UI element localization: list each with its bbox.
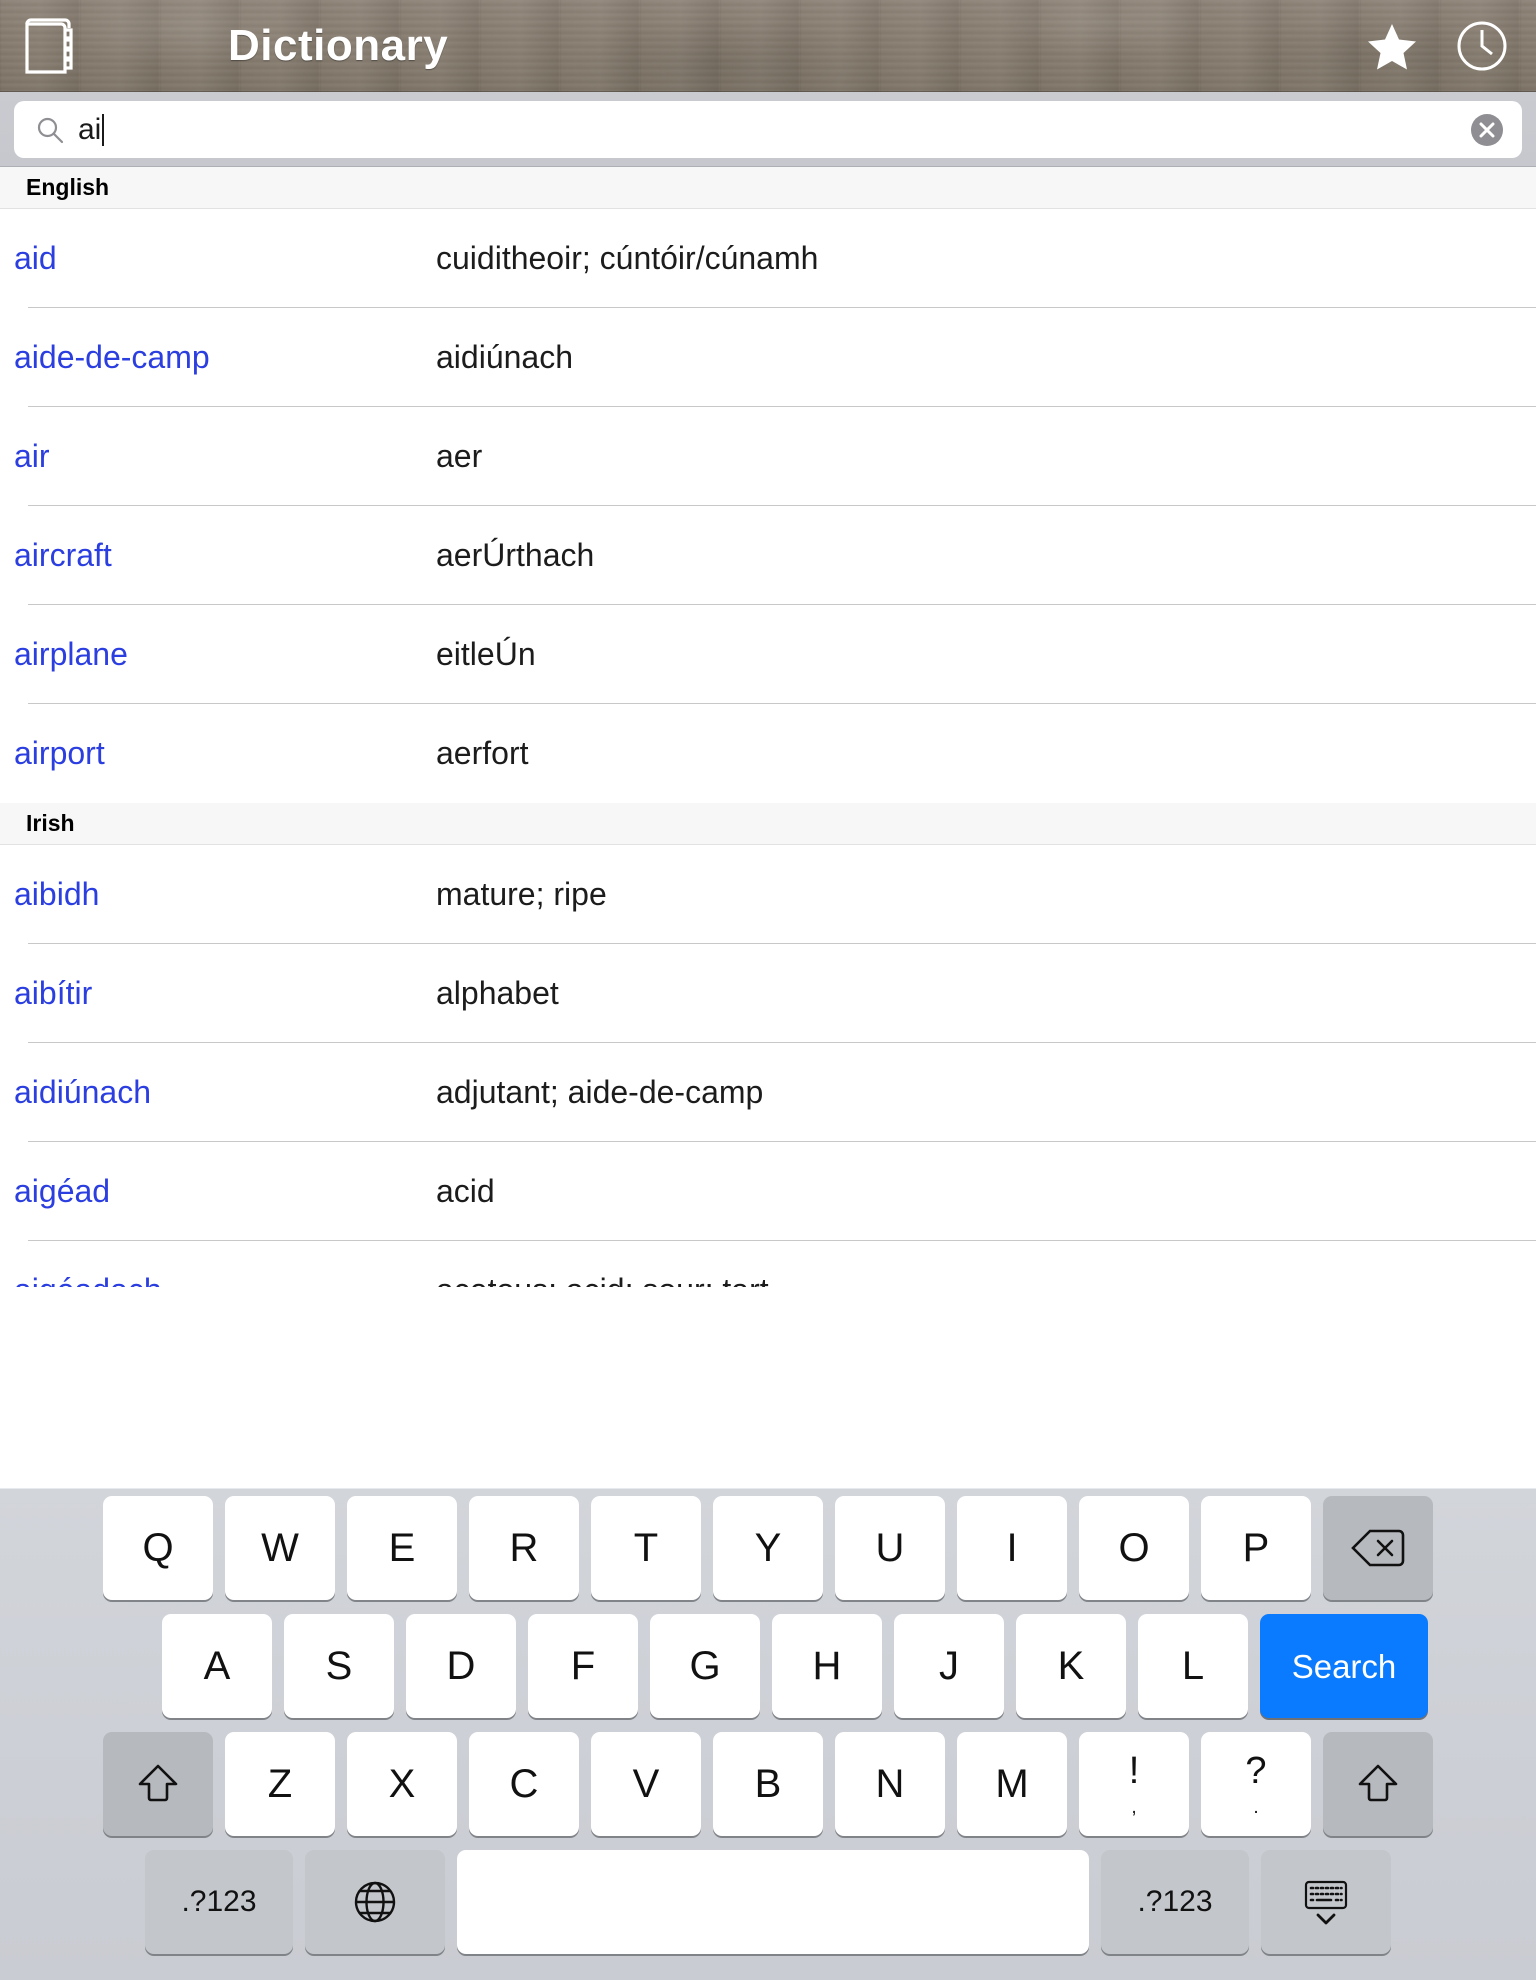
entry-term[interactable]: aircraft — [0, 537, 436, 574]
entry-term[interactable]: aigéadach — [0, 1272, 436, 1287]
table-row[interactable]: aid cuiditheoir; cúntóir/cúnamh — [0, 209, 1536, 308]
table-row[interactable]: aigéadach acetous; acid; sour; tart — [0, 1241, 1536, 1287]
globe-icon — [353, 1880, 397, 1924]
table-row[interactable]: air aer — [0, 407, 1536, 506]
star-icon[interactable] — [1366, 20, 1418, 72]
backspace-key[interactable] — [1323, 1496, 1433, 1600]
backspace-icon — [1350, 1528, 1406, 1568]
hide-keyboard-icon — [1300, 1878, 1352, 1926]
space-key[interactable] — [457, 1850, 1089, 1954]
entry-term[interactable]: aigéad — [0, 1173, 436, 1210]
entry-definition: alphabet — [436, 975, 559, 1011]
key-exclamation-comma[interactable]: ! , — [1079, 1732, 1189, 1836]
key-r[interactable]: R — [469, 1496, 579, 1600]
entry-definition: acetous; acid; sour; tart — [436, 1272, 769, 1287]
key-b[interactable]: B — [713, 1732, 823, 1836]
key-f[interactable]: F — [528, 1614, 638, 1718]
entry-term[interactable]: airport — [0, 735, 436, 772]
table-row[interactable]: aide-de-camp aidiúnach — [0, 308, 1536, 407]
key-j[interactable]: J — [894, 1614, 1004, 1718]
key-z[interactable]: Z — [225, 1732, 335, 1836]
table-row[interactable]: aigéad acid — [0, 1142, 1536, 1241]
search-bar: ai — [0, 92, 1536, 167]
entry-term[interactable]: aibidh — [0, 876, 436, 913]
key-d[interactable]: D — [406, 1614, 516, 1718]
numeric-key-left[interactable]: .?123 — [145, 1850, 293, 1954]
search-input[interactable]: ai — [14, 101, 1522, 158]
shift-icon — [1356, 1762, 1400, 1806]
key-y[interactable]: Y — [713, 1496, 823, 1600]
key-h[interactable]: H — [772, 1614, 882, 1718]
key-v[interactable]: V — [591, 1732, 701, 1836]
entry-term[interactable]: air — [0, 438, 436, 475]
table-row[interactable]: aibidh mature; ripe — [0, 845, 1536, 944]
shift-icon — [136, 1762, 180, 1806]
keyboard-row-1: Q W E R T Y U I O P — [0, 1496, 1536, 1614]
table-row[interactable]: aidiúnach adjutant; aide-de-camp — [0, 1043, 1536, 1142]
entry-definition: aidiúnach — [436, 339, 573, 375]
entry-definition: eitleÚn — [436, 636, 536, 672]
entry-definition: cuiditheoir; cúntóir/cúnamh — [436, 240, 819, 276]
shift-key-right[interactable] — [1323, 1732, 1433, 1836]
results-list[interactable]: English aid cuiditheoir; cúntóir/cúnamh … — [0, 167, 1536, 1287]
key-n[interactable]: N — [835, 1732, 945, 1836]
table-row[interactable]: aircraft aerÚrthach — [0, 506, 1536, 605]
key-t[interactable]: T — [591, 1496, 701, 1600]
key-p[interactable]: P — [1201, 1496, 1311, 1600]
search-icon — [36, 116, 64, 144]
book-icon[interactable] — [22, 15, 76, 77]
search-value: ai — [78, 112, 102, 146]
clock-icon[interactable] — [1456, 20, 1508, 72]
shift-key-left[interactable] — [103, 1732, 213, 1836]
search-key[interactable]: Search — [1260, 1614, 1428, 1718]
entry-definition: aerfort — [436, 735, 529, 771]
entry-term[interactable]: aid — [0, 240, 436, 277]
entry-definition: adjutant; aide-de-camp — [436, 1074, 764, 1110]
key-i[interactable]: I — [957, 1496, 1067, 1600]
on-screen-keyboard[interactable]: Q W E R T Y U I O P A S D F G H J K L Se… — [0, 1488, 1536, 1980]
entry-term[interactable]: aide-de-camp — [0, 339, 436, 376]
table-row[interactable]: airplane eitleÚn — [0, 605, 1536, 704]
key-w[interactable]: W — [225, 1496, 335, 1600]
key-u[interactable]: U — [835, 1496, 945, 1600]
key-o[interactable]: O — [1079, 1496, 1189, 1600]
keyboard-row-4: .?123 .?123 — [0, 1850, 1536, 1960]
entry-definition: acid — [436, 1173, 495, 1209]
navbar-actions — [1366, 20, 1508, 72]
entry-term[interactable]: aibítir — [0, 975, 436, 1012]
key-q[interactable]: Q — [103, 1496, 213, 1600]
navigation-bar: Dictionary — [0, 0, 1536, 92]
key-g[interactable]: G — [650, 1614, 760, 1718]
key-question-period[interactable]: ? . — [1201, 1732, 1311, 1836]
key-c[interactable]: C — [469, 1732, 579, 1836]
page-title: Dictionary — [228, 21, 449, 70]
keyboard-row-3: Z X C V B N M ! , ? . — [0, 1732, 1536, 1850]
clear-search-button[interactable] — [1470, 113, 1504, 147]
key-k[interactable]: K — [1016, 1614, 1126, 1718]
key-x[interactable]: X — [347, 1732, 457, 1836]
key-s[interactable]: S — [284, 1614, 394, 1718]
section-header-english: English — [0, 167, 1536, 209]
key-l[interactable]: L — [1138, 1614, 1248, 1718]
table-row[interactable]: aibítir alphabet — [0, 944, 1536, 1043]
key-m[interactable]: M — [957, 1732, 1067, 1836]
text-caret — [102, 113, 105, 146]
numeric-key-right[interactable]: .?123 — [1101, 1850, 1249, 1954]
entry-definition: aerÚrthach — [436, 537, 595, 573]
table-row[interactable]: airport aerfort — [0, 704, 1536, 803]
entry-term[interactable]: airplane — [0, 636, 436, 673]
key-a[interactable]: A — [162, 1614, 272, 1718]
section-header-irish: Irish — [0, 803, 1536, 845]
entry-definition: mature; ripe — [436, 876, 607, 912]
hide-keyboard-key[interactable] — [1261, 1850, 1391, 1954]
entry-term[interactable]: aidiúnach — [0, 1074, 436, 1111]
globe-key[interactable] — [305, 1850, 445, 1954]
entry-definition: aer — [436, 438, 483, 474]
key-e[interactable]: E — [347, 1496, 457, 1600]
keyboard-row-2: A S D F G H J K L Search — [0, 1614, 1536, 1732]
